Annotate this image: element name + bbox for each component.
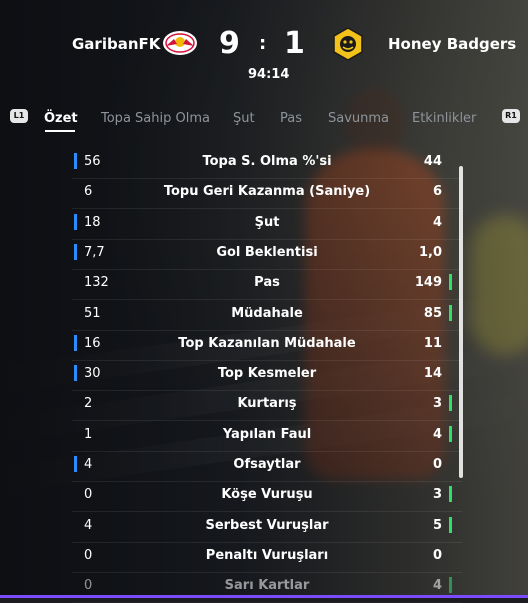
away-stat-value: 149 — [414, 275, 442, 291]
l1-shoulder-icon[interactable]: L1 — [10, 109, 28, 123]
stat-label: Gol Beklentisi — [216, 244, 318, 260]
stat-row: 6 Topu Geri Kazanma (Saniye) 6 — [72, 178, 462, 210]
away-stat-value: 0 — [432, 547, 442, 563]
away-leader-bar — [449, 304, 452, 321]
stat-label: Pas — [254, 275, 280, 291]
away-stat-value: 11 — [423, 335, 442, 351]
away-stat-value: 14 — [423, 366, 442, 382]
stat-row: 0 Penaltı Vuruşları 0 — [72, 542, 462, 573]
stat-label: Ofsaytlar — [233, 457, 301, 472]
home-team-name: GaribanFK — [72, 35, 161, 53]
stat-label: Köşe Vuruşu — [221, 487, 313, 503]
away-stat-value: 85 — [423, 305, 442, 321]
away-leader-bar — [449, 577, 452, 594]
stat-label: Top Kazanılan Müdahale — [178, 335, 356, 351]
scoreboard: GaribanFK 9 : 1 Honey Badgers 94:14 — [0, 0, 528, 95]
stat-label: Yapılan Faul — [222, 426, 312, 442]
tab-events[interactable]: Etkinlikler — [412, 111, 476, 126]
stat-row: 7,7 Gol Beklentisi 1,0 — [72, 239, 462, 270]
stat-label: Topu Geri Kazanma (Saniye) — [163, 184, 371, 200]
away-stat-value: 5 — [432, 517, 442, 533]
away-stat-value: 4 — [432, 578, 442, 594]
stat-row: 4 Serbest Vuruşlar 5 — [72, 512, 462, 543]
tab-defense[interactable]: Savunma — [328, 111, 389, 126]
stat-row: 56 Topa S. Olma %'si 44 — [72, 148, 462, 179]
scrollbar[interactable] — [459, 166, 463, 478]
stat-row: 4 Ofsaytlar 0 — [72, 451, 462, 482]
stat-row: 18 Şut 4 — [72, 209, 462, 240]
away-leader-bar — [449, 395, 452, 412]
stat-row: 30 Top Kesmeler 14 — [72, 360, 462, 392]
away-leader-bar — [449, 486, 452, 503]
tab-shots[interactable]: Şut — [233, 111, 255, 126]
tab-possession[interactable]: Topa Sahip Olma — [101, 111, 210, 126]
stat-row: 0 Köşe Vuruşu 3 — [72, 481, 462, 513]
stat-label: Topa S. Olma %'si — [202, 154, 332, 169]
stat-label: Serbest Vuruşlar — [205, 517, 329, 533]
away-team-crest-icon — [333, 27, 363, 61]
active-tab-indicator — [45, 130, 75, 132]
tab-passes[interactable]: Pas — [280, 111, 302, 126]
away-stat-value: 4 — [432, 426, 442, 442]
tab-summary[interactable]: Özet — [44, 111, 78, 126]
home-team-crest-icon — [163, 31, 197, 55]
stat-row: 132 Pas 149 — [72, 269, 462, 301]
stat-label: Penaltı Vuruşları — [205, 547, 329, 563]
away-stat-value: 0 — [432, 457, 442, 472]
away-leader-bar — [449, 274, 452, 291]
away-stat-value: 3 — [432, 487, 442, 503]
home-score: 9 — [219, 26, 240, 61]
stats-tab-bar: L1 Özet Topa Sahip Olma Şut Pas Savunma … — [0, 108, 528, 132]
stat-label: Top Kesmeler — [217, 366, 317, 382]
away-stat-value: 1,0 — [418, 244, 442, 260]
stat-row: 51 Müdahale 85 — [72, 300, 462, 331]
stat-row: 16 Top Kazanılan Müdahale 11 — [72, 330, 462, 361]
away-stat-value: 4 — [432, 214, 442, 230]
away-leader-bar — [449, 425, 452, 442]
stat-label: Kurtarış — [237, 396, 297, 412]
match-clock: 94:14 — [248, 67, 290, 82]
stat-row: 2 Kurtarış 3 — [72, 390, 462, 422]
away-leader-bar — [449, 516, 452, 533]
away-score: 1 — [284, 26, 305, 61]
stat-label: Şut — [254, 214, 280, 230]
away-stat-value: 6 — [432, 184, 442, 200]
r1-shoulder-icon[interactable]: R1 — [502, 109, 520, 123]
stat-row: 1 Yapılan Faul 4 — [72, 421, 462, 452]
stat-label: Sarı Kartlar — [224, 578, 310, 594]
score-separator: : — [259, 33, 267, 54]
stat-row: 0 Sarı Kartlar 4 — [72, 572, 462, 603]
away-stat-value: 44 — [423, 154, 442, 169]
away-stat-value: 3 — [432, 396, 442, 412]
away-team-name: Honey Badgers — [388, 35, 517, 53]
stat-label: Müdahale — [231, 305, 303, 321]
